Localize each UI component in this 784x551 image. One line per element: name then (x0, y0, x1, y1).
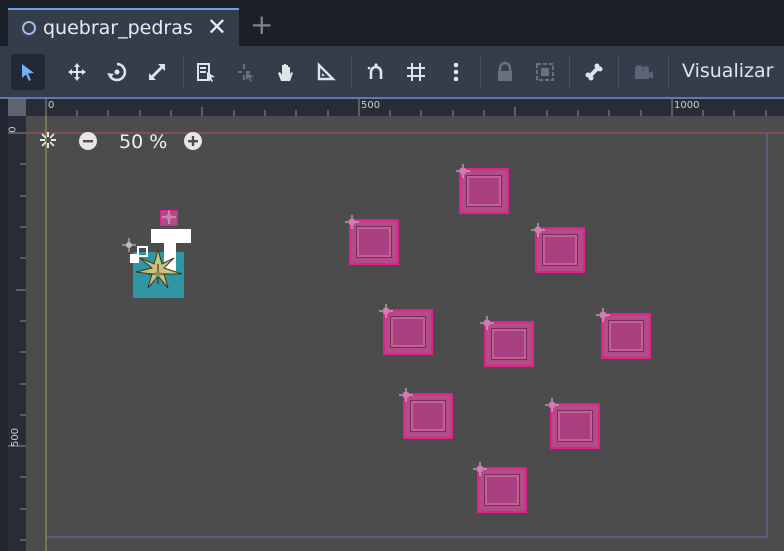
pivot-mode-button[interactable] (231, 57, 261, 87)
node-pivot-icon (596, 308, 610, 322)
ruler-label: 500 (361, 100, 381, 111)
ruler-triangle-icon (317, 62, 336, 81)
move-arrows-icon (68, 63, 86, 81)
ruler-corner (8, 99, 26, 116)
lock-button[interactable] (490, 57, 520, 87)
toolbar-separator (183, 56, 184, 88)
zoom-out-button[interactable] (78, 131, 98, 151)
node-pivot-icon (399, 388, 413, 402)
node-pivot-icon (531, 223, 545, 237)
scene-tab-title: quebrar_pedras (43, 17, 193, 39)
list-select-button[interactable] (191, 57, 221, 87)
ruler-label: 1000 (674, 100, 700, 111)
cursor-arrow-icon (22, 64, 34, 81)
node-pivot-icon (473, 462, 487, 476)
pivot-cursor-icon (238, 64, 254, 82)
ruler-label: 0 (7, 126, 19, 133)
horizontal-ruler[interactable]: 0 500 1000 (26, 99, 784, 116)
toolbar-separator (618, 56, 619, 88)
ruler-label: 0 (48, 100, 55, 111)
scale-mode-button[interactable] (142, 57, 172, 87)
camera-icon (635, 65, 653, 79)
rotate-icon (107, 62, 127, 82)
list-select-icon (197, 63, 215, 82)
grid-snap-button[interactable] (401, 57, 431, 87)
node-pivot-icon (122, 238, 136, 252)
magnet-icon (367, 63, 383, 79)
hand-icon (278, 64, 293, 81)
pan-mode-button[interactable] (271, 57, 301, 87)
rotate-mode-button[interactable] (102, 57, 132, 87)
scene-tab[interactable]: quebrar_pedras ✕ (8, 8, 239, 46)
ruler-mode-button[interactable] (311, 57, 341, 87)
ruler-label: 500 (10, 427, 22, 448)
snap-options-button[interactable] (441, 57, 471, 87)
scene-tab-bar: quebrar_pedras ✕ + (0, 0, 784, 46)
camera-override-button[interactable] (628, 57, 658, 87)
lock-icon (498, 61, 512, 81)
node-pivot-icon (162, 210, 176, 224)
vertical-ruler-ticks (8, 132, 26, 541)
smart-snap-button[interactable] (361, 57, 391, 87)
group-icon (536, 63, 554, 81)
add-tab-button[interactable]: + (250, 11, 273, 39)
close-tab-icon[interactable]: ✕ (207, 14, 227, 40)
toolbar-separator (351, 56, 352, 88)
vertical-ruler[interactable]: 0 500 (8, 116, 26, 551)
toolbar-separator (569, 56, 570, 88)
scale-icon (149, 64, 165, 80)
zoom-level-label[interactable]: 50 % (119, 131, 167, 153)
toolbar-separator (480, 56, 481, 88)
move-mode-button[interactable] (62, 57, 92, 87)
select-mode-button[interactable] (11, 54, 45, 90)
group-button[interactable] (530, 57, 560, 87)
node-pivot-icon (379, 304, 393, 318)
toolbar-separator (668, 56, 669, 88)
node2d-circle-icon (22, 21, 36, 35)
zoom-reset-icon[interactable] (38, 130, 58, 150)
canvas-toolbar: Visualizar (0, 46, 784, 97)
grid-snap-icon (407, 63, 425, 81)
bone-icon (585, 63, 603, 81)
zoom-in-button[interactable] (183, 131, 203, 151)
node-pivot-icon (456, 164, 470, 178)
kebab-menu-icon (453, 62, 459, 82)
node-pivot-icon (345, 215, 359, 229)
node-pivot-icon (545, 398, 559, 412)
skeleton-button[interactable] (579, 57, 609, 87)
horizontal-ruler-ticks (45, 99, 767, 116)
node-pivot-icon (480, 316, 494, 330)
view-menu-button[interactable]: Visualizar (682, 60, 773, 82)
